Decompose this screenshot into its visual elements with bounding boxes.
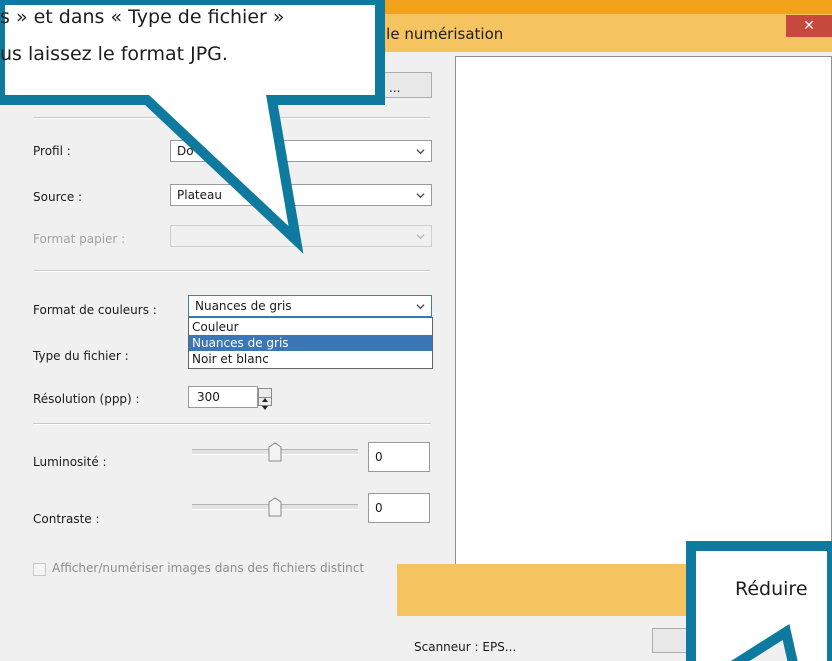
callout-bottom-bubble	[686, 541, 832, 661]
callout-bottom-text: Réduire	[735, 578, 808, 600]
